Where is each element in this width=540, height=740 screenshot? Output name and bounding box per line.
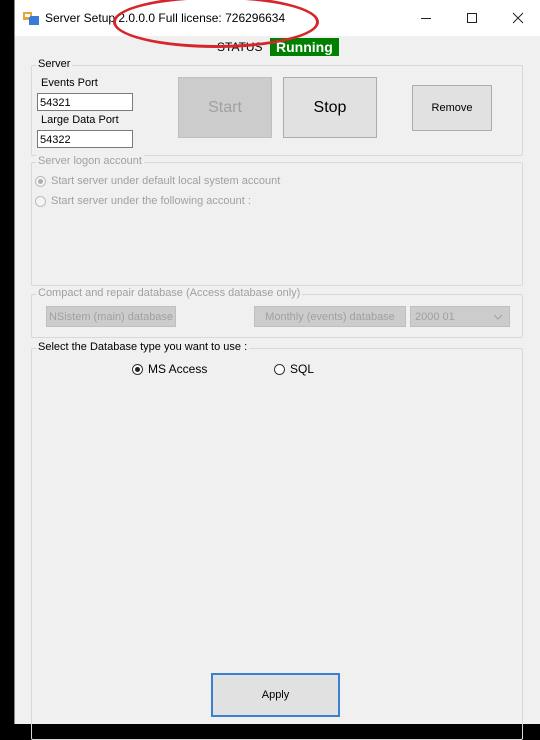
main-database-button[interactable]: NSistem (main) database	[46, 306, 176, 327]
radio-ms-access-label: MS Access	[148, 362, 208, 376]
month-select[interactable]: 2000 01	[410, 306, 510, 327]
radio-ms-access[interactable]: MS Access	[132, 362, 207, 376]
events-port-input[interactable]: 54321	[37, 93, 133, 111]
db-type-group-title: Select the Database type you want to use…	[36, 341, 250, 353]
radio-sql-label: SQL	[290, 362, 315, 376]
large-data-port-label: Large Data Port	[41, 114, 119, 126]
start-button[interactable]: Start	[178, 77, 272, 138]
title-bar: Server Setup 2.0.0.0 Full license: 72629…	[15, 0, 540, 36]
large-data-port-input[interactable]: 54322	[37, 130, 133, 148]
status-badge: Running	[270, 38, 339, 56]
minimize-icon	[421, 18, 431, 19]
radio-default-account-label: Start server under default local system …	[51, 175, 281, 187]
server-setup-window: Server Setup 2.0.0.0 Full license: 72629…	[14, 0, 540, 740]
stop-button[interactable]: Stop	[283, 77, 377, 138]
month-select-value: 2000 01	[415, 310, 455, 323]
radio-following-account-label: Start server under the following account…	[51, 195, 251, 207]
logon-group-title: Server logon account	[36, 155, 144, 167]
maximize-button[interactable]	[449, 0, 495, 36]
window-title: Server Setup 2.0.0.0 Full license: 72629…	[45, 11, 286, 25]
close-button[interactable]	[495, 0, 540, 36]
logon-group: Server logon account Start server under …	[31, 155, 523, 286]
status-label: STATUS	[217, 40, 263, 54]
app-icon	[23, 12, 39, 25]
compact-group-title: Compact and repair database (Access data…	[36, 287, 303, 299]
radio-default-account-dot	[35, 175, 46, 187]
radio-ms-access-dot	[132, 363, 143, 375]
compact-group: Compact and repair database (Access data…	[31, 287, 523, 338]
apply-button[interactable]: Apply	[211, 673, 340, 717]
server-group: Server Events Port 54321 Large Data Port…	[31, 58, 523, 156]
remove-button[interactable]: Remove	[412, 85, 492, 131]
radio-following-account-dot	[35, 195, 46, 207]
radio-sql-dot	[274, 363, 285, 375]
radio-default-account[interactable]: Start server under default local system …	[35, 175, 280, 187]
minimize-button[interactable]	[403, 0, 449, 36]
radio-sql[interactable]: SQL	[274, 362, 314, 376]
events-port-label: Events Port	[41, 77, 98, 89]
monthly-database-button[interactable]: Monthly (events) database	[254, 306, 406, 327]
server-group-title: Server	[36, 58, 73, 70]
chevron-down-icon	[493, 314, 503, 320]
radio-following-account[interactable]: Start server under the following account…	[35, 195, 251, 207]
close-icon	[512, 12, 524, 24]
maximize-icon	[467, 13, 477, 23]
